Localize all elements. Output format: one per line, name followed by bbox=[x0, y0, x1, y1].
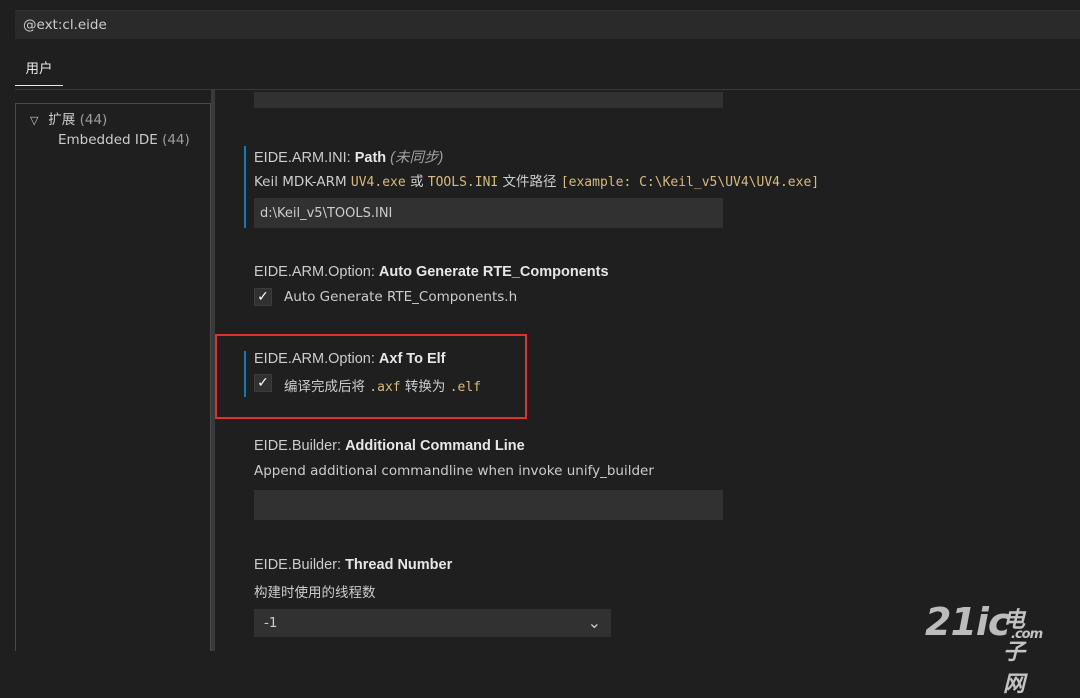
desc-text: 或 bbox=[405, 174, 428, 190]
setting-category: EIDE.ARM.Option: bbox=[254, 264, 379, 280]
desc-text: Keil MDK-ARM bbox=[254, 174, 351, 190]
setting-cmdline-title: EIDE.Builder: Additional Command Line bbox=[254, 438, 525, 454]
setting-category: EIDE.Builder: bbox=[254, 557, 346, 573]
sync-tag: (未同步) bbox=[390, 150, 444, 166]
tab-active-indicator bbox=[15, 85, 63, 86]
chevron-down-icon: ⌄ bbox=[587, 613, 601, 632]
setting-category: EIDE.ARM.INI: bbox=[254, 150, 355, 166]
desc-code: TOOLS.INI bbox=[427, 175, 499, 190]
setting-threads-title: EIDE.Builder: Thread Number bbox=[254, 557, 452, 573]
desc-code: UV4.exe bbox=[350, 175, 406, 190]
tree-item-extensions-label: 扩展 bbox=[48, 112, 76, 128]
desc-example: [example: C:\Keil_v5\UV4\UV4.exe] bbox=[560, 175, 820, 190]
setting-threads-description: 构建时使用的线程数 bbox=[254, 585, 376, 601]
rte-checkbox[interactable]: ✓ bbox=[254, 288, 272, 306]
rte-checkbox-label: Auto Generate RTE_Components.h bbox=[284, 289, 518, 305]
search-input[interactable] bbox=[21, 16, 1080, 34]
setting-cmdline-description: Append additional commandline when invok… bbox=[254, 463, 654, 479]
tabs-divider bbox=[15, 89, 1080, 90]
annotation-highlight-box bbox=[215, 334, 527, 419]
setting-ini-path-title: EIDE.ARM.INI: Path (未同步) bbox=[254, 146, 443, 167]
focus-indicator bbox=[244, 146, 246, 228]
select-value: -1 bbox=[264, 615, 278, 631]
watermark-main: 21ic bbox=[925, 600, 1010, 644]
watermark-logo: 21ic 电子网 .com bbox=[925, 600, 1043, 697]
tree-item-embedded-ide[interactable]: Embedded IDE (44) bbox=[58, 132, 190, 148]
setting-rte-title: EIDE.ARM.Option: Auto Generate RTE_Compo… bbox=[254, 264, 609, 280]
setting-name: Additional Command Line bbox=[345, 438, 525, 454]
setting-name: Thread Number bbox=[345, 557, 453, 573]
cmdline-input[interactable] bbox=[254, 490, 723, 520]
watermark-sub: 电子网 bbox=[1003, 608, 1025, 697]
setting-category: EIDE.Builder: bbox=[254, 438, 346, 454]
desc-text: 文件路径 bbox=[498, 174, 561, 190]
settings-tree: ▽ 扩展 (44) Embedded IDE (44) bbox=[15, 103, 211, 651]
previous-setting-input[interactable] bbox=[254, 92, 723, 108]
setting-name: Path bbox=[354, 150, 387, 166]
setting-name: Auto Generate RTE_Components bbox=[378, 264, 609, 280]
ini-path-input[interactable] bbox=[254, 198, 723, 228]
tree-item-extensions-count: (44) bbox=[79, 112, 108, 128]
tree-item-embedded-ide-label: Embedded IDE bbox=[58, 132, 158, 148]
tree-item-extensions[interactable]: ▽ 扩展 (44) bbox=[30, 108, 107, 128]
watermark-sub2: .com bbox=[1011, 627, 1043, 642]
chevron-down-icon: ▽ bbox=[30, 114, 39, 127]
tab-user[interactable]: 用户 bbox=[15, 57, 63, 86]
settings-search-bar[interactable] bbox=[15, 10, 1080, 39]
thread-number-select[interactable]: -1 ⌄ bbox=[254, 609, 611, 637]
setting-ini-path-description: Keil MDK-ARM UV4.exe 或 TOOLS.INI 文件路径 [e… bbox=[254, 170, 819, 190]
tab-user-label: 用户 bbox=[25, 61, 53, 77]
tree-item-embedded-ide-count: (44) bbox=[162, 132, 190, 148]
